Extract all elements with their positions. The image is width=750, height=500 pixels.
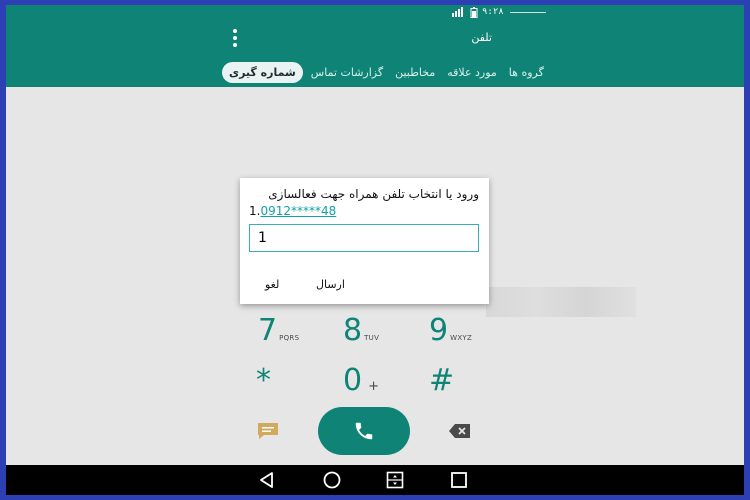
phone-icon [355,422,373,440]
status-bar: ۹:۲۸ [6,5,744,19]
signal-icon [452,7,463,17]
backspace-icon[interactable] [448,423,472,443]
phone-option-index: 1. [249,204,261,218]
status-icons: ۹:۲۸ [452,6,504,18]
app-title: تلفن [471,31,492,44]
dial-key-hash[interactable]: # [429,363,454,398]
tab-groups[interactable]: گروه ها [505,63,548,82]
dial-key-star[interactable]: * [256,363,271,398]
tab-contacts[interactable]: مخاطبین [391,63,439,82]
battery-icon [470,6,478,18]
dial-key-9[interactable]: 9 WXYZ [429,313,472,348]
cancel-button[interactable]: لغو [265,278,279,291]
send-button[interactable]: ارسال [316,278,345,291]
activation-dialog: ورود یا انتخاب تلفن همراه جهت فعالسازی 1… [240,178,489,304]
tab-favorites[interactable]: مورد علاقه [443,63,501,82]
dial-key-7[interactable]: 7 PQRS [258,313,299,348]
nav-home-icon[interactable] [323,471,341,493]
nav-back-icon[interactable] [258,471,276,493]
tab-dialer[interactable]: شماره گیری [222,61,303,83]
phone-option-number[interactable]: 0912*****48 [260,204,336,218]
app-bar: تلفن شماره گیری گزارشات تماس مخاطبین مور… [6,19,744,101]
navigation-bar [6,465,744,495]
dial-key-8[interactable]: 8 TUV [343,313,379,348]
dialog-title: ورود یا انتخاب تلفن همراه جهت فعالسازی [268,187,479,201]
number-display-strip [486,287,636,317]
tab-bar: شماره گیری گزارشات تماس مخاطبین مورد علا… [222,59,548,85]
status-divider [510,12,546,13]
overflow-menu-icon[interactable] [228,27,242,49]
dial-key-0[interactable]: 0 + [343,363,379,398]
nav-recents-icon[interactable] [450,471,468,493]
phone-option[interactable]: 1.0912*****48 [249,204,336,218]
status-time: ۹:۲۸ [482,7,504,17]
device-screen: ۹:۲۸ تلفن شماره گیری گزارشات تماس مخاطبی… [6,5,744,495]
message-icon[interactable] [256,421,280,445]
nav-dual-window-icon[interactable] [386,471,404,493]
tab-call-logs[interactable]: گزارشات تماس [307,63,387,82]
selection-input[interactable] [249,224,479,252]
call-button[interactable] [318,407,410,455]
